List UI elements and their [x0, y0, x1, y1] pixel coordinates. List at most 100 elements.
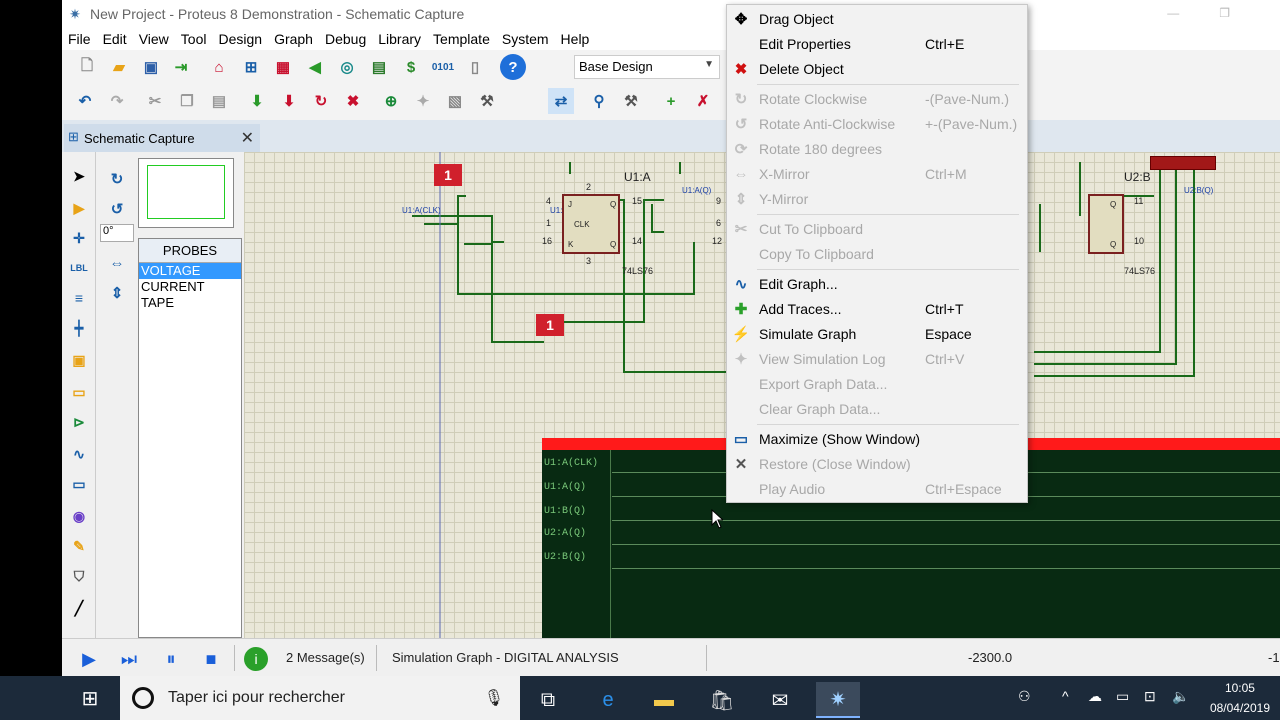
- menu-item-cut[interactable]: ✂ Cut To Clipboard: [727, 216, 1027, 241]
- text-script-icon[interactable]: ≡: [67, 286, 91, 310]
- menu-item-edit-properties[interactable]: Edit Properties Ctrl+E: [727, 31, 1027, 56]
- menu-graph[interactable]: Graph: [268, 31, 319, 47]
- source-code-icon[interactable]: 0101: [430, 54, 456, 80]
- make-device-icon[interactable]: ▧: [442, 88, 468, 114]
- step-icon[interactable]: ⏭: [116, 647, 142, 671]
- import-icon[interactable]: ⇥: [168, 54, 194, 80]
- copy-icon[interactable]: ❐: [174, 88, 200, 114]
- virtual-instruments-icon[interactable]: ⛉: [67, 564, 91, 588]
- people-icon[interactable]: ⚇: [1018, 688, 1031, 705]
- device-pins-icon[interactable]: ⊳: [67, 410, 91, 434]
- menu-help[interactable]: Help: [555, 31, 596, 47]
- menu-item-add-traces[interactable]: ✚ Add Traces... Ctrl+T: [727, 296, 1027, 321]
- network-icon[interactable]: ⊡: [1144, 688, 1156, 705]
- menu-view[interactable]: View: [133, 31, 175, 47]
- gerber-icon[interactable]: ◀: [302, 54, 328, 80]
- line-tool-icon[interactable]: ╱: [67, 596, 91, 620]
- menu-design[interactable]: Design: [212, 31, 268, 47]
- u2-flipflop[interactable]: Q Q: [1088, 194, 1124, 254]
- power-icon[interactable]: ▭: [1116, 688, 1129, 705]
- notes-icon[interactable]: ▯: [462, 54, 488, 80]
- block-rotate-icon[interactable]: ↻: [308, 88, 334, 114]
- play-icon[interactable]: ▶: [76, 647, 102, 671]
- mail-icon[interactable]: ✉: [758, 682, 802, 718]
- schematic-icon[interactable]: ⊞: [238, 54, 264, 80]
- taskbar-search[interactable]: Taper ici pour rechercher 🎙: [120, 676, 520, 720]
- menu-system[interactable]: System: [496, 31, 555, 47]
- menu-item-x-mirror[interactable]: ⇔ X-Mirror Ctrl+M: [727, 161, 1027, 186]
- component-mode-icon[interactable]: ▶: [67, 196, 91, 220]
- new-sheet-icon[interactable]: +: [658, 88, 684, 114]
- undo-icon[interactable]: ↶: [72, 88, 98, 114]
- save-icon[interactable]: ▣: [138, 54, 164, 80]
- rotation-angle-field[interactable]: 0°: [100, 224, 134, 242]
- wire-autorouter-icon[interactable]: ⇄: [548, 88, 574, 114]
- task-view-icon[interactable]: ⧉: [526, 682, 570, 718]
- tab-schematic-capture[interactable]: ⊞ Schematic Capture ✕: [64, 124, 260, 152]
- junction-dot-icon[interactable]: ✛: [67, 226, 91, 250]
- proteus-taskbar-icon[interactable]: ✷: [816, 682, 860, 718]
- menu-item-clear-graph-data[interactable]: Clear Graph Data...: [727, 396, 1027, 421]
- open-folder-icon[interactable]: ▰: [106, 54, 132, 80]
- zoom-icon[interactable]: ⊕: [378, 88, 404, 114]
- buses-icon[interactable]: ┿: [67, 316, 91, 340]
- pcb-icon[interactable]: ▦: [270, 54, 296, 80]
- subcircuit-icon[interactable]: ▣: [67, 348, 91, 372]
- restore-window-icon[interactable]: ❐: [1219, 6, 1270, 20]
- rotate-ccw-icon[interactable]: ↺: [104, 196, 130, 222]
- home-icon[interactable]: ⌂: [206, 54, 232, 80]
- display-component[interactable]: [1150, 156, 1216, 170]
- menu-item-maximize[interactable]: ▭ Maximize (Show Window): [727, 426, 1027, 451]
- tray-chevron-up-icon[interactable]: ^: [1062, 688, 1069, 704]
- block-copy-icon[interactable]: ⬇: [244, 88, 270, 114]
- windows-start-icon[interactable]: ⊞: [78, 686, 102, 710]
- graph-mode-icon[interactable]: ∿: [67, 442, 91, 466]
- probe-item-tape[interactable]: TAPE: [139, 295, 241, 311]
- decompose-icon[interactable]: ⚒: [474, 88, 500, 114]
- probe-item-voltage[interactable]: VOLTAGE: [139, 263, 241, 279]
- block-delete-icon[interactable]: ✖: [340, 88, 366, 114]
- microphone-icon[interactable]: 🎙: [484, 688, 504, 708]
- menu-edit[interactable]: Edit: [97, 31, 133, 47]
- cut-icon[interactable]: ✂: [142, 88, 168, 114]
- new-file-icon[interactable]: 🗋: [74, 54, 100, 80]
- logic-generator-icon[interactable]: 1: [536, 314, 564, 336]
- pause-icon[interactable]: ⏸: [158, 647, 184, 671]
- rotate-cw-icon[interactable]: ↻: [104, 166, 130, 192]
- window-controls[interactable]: —❐: [1167, 6, 1270, 20]
- menu-item-export-graph-data[interactable]: Export Graph Data...: [727, 371, 1027, 396]
- onedrive-icon[interactable]: ☁: [1088, 688, 1102, 705]
- block-move-icon[interactable]: ⬇: [276, 88, 302, 114]
- menu-item-simulate-graph[interactable]: ⚡ Simulate Graph Espace: [727, 321, 1027, 346]
- minimize-icon[interactable]: —: [1167, 6, 1219, 20]
- stop-icon[interactable]: ■: [198, 647, 224, 671]
- menu-file[interactable]: File: [62, 31, 97, 47]
- y-mirror-icon[interactable]: ⇕: [104, 280, 130, 306]
- menu-item-delete-object[interactable]: ✖ Delete Object: [727, 56, 1027, 81]
- taskbar-clock[interactable]: 10:05 08/04/2019: [1210, 678, 1270, 718]
- file-explorer-icon[interactable]: ▬: [642, 682, 686, 718]
- terminals-icon[interactable]: ▭: [67, 380, 91, 404]
- u1-flipflop[interactable]: J CLK K Q Q: [562, 194, 620, 254]
- x-mirror-icon[interactable]: ⇔: [104, 250, 130, 276]
- 3d-viewer-icon[interactable]: ◎: [334, 54, 360, 80]
- menu-item-drag-object[interactable]: ✥ Drag Object: [727, 6, 1027, 31]
- menu-item-y-mirror[interactable]: ⇕ Y-Mirror: [727, 186, 1027, 211]
- menu-item-view-simulation-log[interactable]: ✦ View Simulation Log Ctrl+V: [727, 346, 1027, 371]
- paste-icon[interactable]: ▤: [206, 88, 232, 114]
- redo-icon[interactable]: ↷: [104, 88, 130, 114]
- clock-generator-icon[interactable]: 1: [434, 164, 462, 186]
- bom-icon[interactable]: ▤: [366, 54, 392, 80]
- probe-item-current[interactable]: CURRENT: [139, 279, 241, 295]
- wire-label-icon[interactable]: LBL: [67, 256, 91, 280]
- menu-item-rotate-180[interactable]: ⟳ Rotate 180 degrees: [727, 136, 1027, 161]
- voltage-probe-icon[interactable]: ✎: [67, 534, 91, 558]
- cost-icon[interactable]: $: [398, 54, 424, 80]
- menu-item-play-audio[interactable]: Play Audio Ctrl+Espace: [727, 476, 1027, 501]
- pick-device-icon[interactable]: ✦: [410, 88, 436, 114]
- menu-library[interactable]: Library: [372, 31, 427, 47]
- volume-icon[interactable]: 🔈: [1172, 688, 1189, 705]
- menu-item-copy[interactable]: Copy To Clipboard: [727, 241, 1027, 266]
- search-icon[interactable]: ⚲: [586, 88, 612, 114]
- property-tool-icon[interactable]: ⚒: [618, 88, 644, 114]
